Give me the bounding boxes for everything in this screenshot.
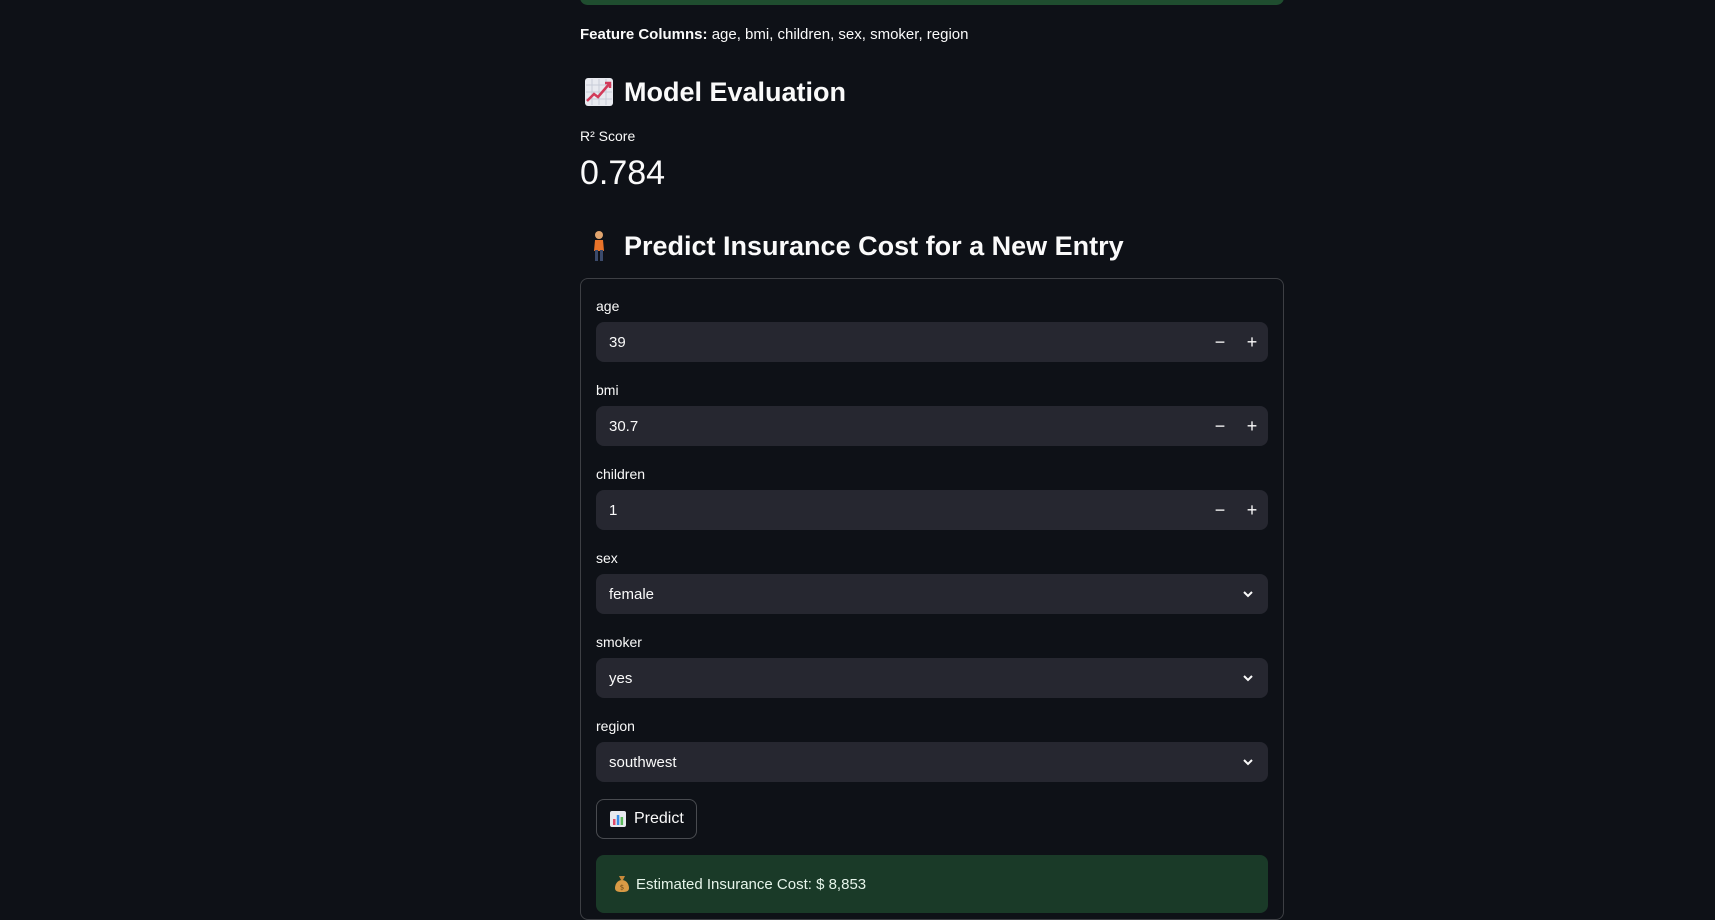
children-label: children: [596, 466, 646, 482]
smoker-label: smoker: [596, 634, 642, 650]
sex-selected-value[interactable]: female: [596, 586, 1228, 603]
age-number-input[interactable]: 39 − +: [596, 322, 1268, 362]
children-increment-button[interactable]: +: [1236, 490, 1268, 530]
feature-columns-text: Feature Columns: age, bmi, children, sex…: [580, 25, 968, 45]
svg-text:$: $: [620, 884, 624, 892]
sex-label: sex: [596, 550, 618, 566]
smoker-select[interactable]: yes: [596, 658, 1268, 698]
children-decrement-button[interactable]: −: [1204, 490, 1236, 530]
feature-columns-label: Feature Columns:: [580, 26, 708, 43]
money-bag-icon: $: [614, 875, 630, 893]
region-select[interactable]: southwest: [596, 742, 1268, 782]
feature-columns-value: age, bmi, children, sex, smoker, region: [711, 26, 969, 43]
predict-heading: Predict Insurance Cost for a New Entry: [582, 229, 1124, 263]
prediction-result-text: Estimated Insurance Cost: $ 8,853: [636, 875, 867, 893]
age-increment-button[interactable]: +: [1236, 322, 1268, 362]
bmi-label: bmi: [596, 382, 619, 398]
model-evaluation-heading: Model Evaluation: [582, 75, 846, 109]
predict-button-label[interactable]: Predict: [634, 810, 684, 828]
person-standing-icon: [582, 229, 616, 263]
chevron-down-icon[interactable]: [1228, 574, 1268, 614]
r2-metric-label: R² Score: [580, 128, 636, 144]
chevron-down-icon[interactable]: [1228, 742, 1268, 782]
chevron-down-icon[interactable]: [1228, 658, 1268, 698]
age-decrement-button[interactable]: −: [1204, 322, 1236, 362]
age-value[interactable]: 39: [596, 334, 1204, 351]
children-number-input[interactable]: 1 − +: [596, 490, 1268, 530]
bar-chart-icon: [609, 810, 627, 828]
chart-increasing-icon: [582, 75, 616, 109]
r2-metric-value: 0.784: [580, 154, 666, 192]
bmi-value[interactable]: 30.7: [596, 418, 1204, 435]
region-selected-value[interactable]: southwest: [596, 754, 1228, 771]
bmi-number-input[interactable]: 30.7 − +: [596, 406, 1268, 446]
bmi-decrement-button[interactable]: −: [1204, 406, 1236, 446]
sex-select[interactable]: female: [596, 574, 1268, 614]
bmi-increment-button[interactable]: +: [1236, 406, 1268, 446]
model-evaluation-title: Model Evaluation: [624, 77, 847, 107]
region-label: region: [596, 718, 635, 734]
predict-title: Predict Insurance Cost for a New Entry: [624, 231, 1124, 261]
age-label: age: [596, 298, 620, 314]
prediction-result-alert: $ Estimated Insurance Cost: $ 8,853: [596, 855, 1268, 913]
predict-button[interactable]: Predict: [596, 799, 697, 839]
smoker-selected-value[interactable]: yes: [596, 670, 1228, 687]
prediction-form: age 39 − + bmi 30.7 − + children 1 − + s…: [580, 278, 1284, 920]
success-banner-edge: [580, 0, 1284, 5]
children-value[interactable]: 1: [596, 502, 1204, 519]
